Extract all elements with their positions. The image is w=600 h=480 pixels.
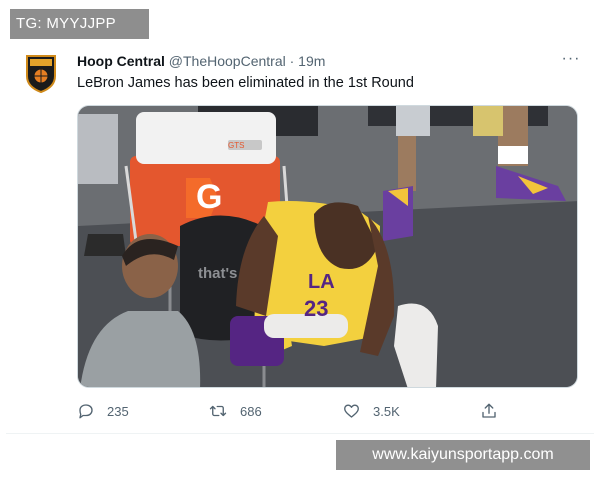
author-name[interactable]: Hoop Central xyxy=(77,53,165,69)
tweet-time[interactable]: 19m xyxy=(298,53,325,69)
cooler-brand-text: GTS xyxy=(228,141,244,150)
tweet-media-image[interactable]: GTS G that's g LA 23 xyxy=(77,105,578,388)
tweet-text: LeBron James has been eliminated in the … xyxy=(77,75,414,91)
more-options-icon[interactable]: ··· xyxy=(560,50,582,70)
separator-dot: · xyxy=(289,53,295,69)
retweet-count: 686 xyxy=(240,403,262,419)
avatar[interactable] xyxy=(24,54,58,94)
divider xyxy=(6,433,594,434)
watermark-top: TG: MYYJJPP xyxy=(10,9,149,39)
like-button[interactable]: 3.5K xyxy=(342,400,400,422)
reply-button[interactable]: 235 xyxy=(77,400,129,422)
tweet-header: Hoop Central @TheHoopCentral · 19m xyxy=(77,53,325,69)
watermark-bottom: www.kaiyunsportapp.com xyxy=(336,440,590,470)
share-icon xyxy=(482,403,496,418)
reply-icon xyxy=(79,404,93,419)
retweet-button[interactable]: 686 xyxy=(208,400,262,422)
share-button[interactable] xyxy=(480,400,498,422)
author-handle[interactable]: @TheHoopCentral xyxy=(169,53,286,69)
retweet-icon xyxy=(209,405,227,417)
heart-icon xyxy=(344,404,359,418)
media-photo: GTS G that's g LA 23 xyxy=(78,106,577,387)
jersey-text: LA xyxy=(308,271,335,293)
like-count: 3.5K xyxy=(373,403,400,419)
reply-count: 235 xyxy=(107,403,129,419)
hoop-central-logo-icon xyxy=(26,55,56,94)
cooler-logo-text: G xyxy=(196,178,222,216)
jersey-number: 23 xyxy=(304,296,328,321)
tweet-actions: 235 686 3.5K xyxy=(77,400,507,422)
